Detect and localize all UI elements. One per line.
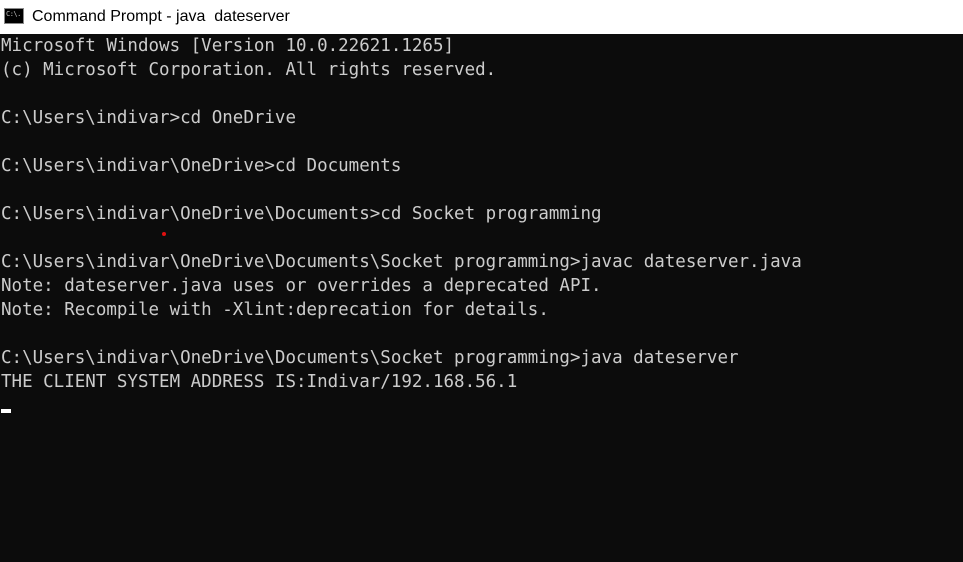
cmd-app-icon[interactable]: C:\. [4,8,24,24]
console-line: C:\Users\indivar\OneDrive\Documents>cd S… [1,204,602,224]
cmd-app-icon-text: C:\. [6,10,21,18]
console-line: THE CLIENT SYSTEM ADDRESS IS:Indivar/192… [1,372,518,392]
console-line: Microsoft Windows [Version 10.0.22621.12… [1,36,455,56]
marker-dot [162,232,166,236]
text-cursor [1,409,11,413]
console-line: Note: dateserver.java uses or overrides … [1,276,602,296]
console-line: C:\Users\indivar>cd OneDrive [1,108,297,128]
console-output-area[interactable]: Microsoft Windows [Version 10.0.22621.12… [0,34,963,562]
console-line: (c) Microsoft Corporation. All rights re… [1,60,497,80]
console-line: C:\Users\indivar\OneDrive\Documents\Sock… [1,348,739,368]
console-input-line[interactable] [0,394,963,418]
command-prompt-window: C:\. Command Prompt - java dateserver Mi… [0,0,963,562]
window-title: Command Prompt - java dateserver [32,8,290,25]
console-line: C:\Users\indivar\OneDrive\Documents\Sock… [1,252,802,272]
title-bar[interactable]: C:\. Command Prompt - java dateserver [0,0,963,34]
console-line: Note: Recompile with -Xlint:deprecation … [1,300,549,320]
console-line: C:\Users\indivar\OneDrive>cd Documents [1,156,402,176]
